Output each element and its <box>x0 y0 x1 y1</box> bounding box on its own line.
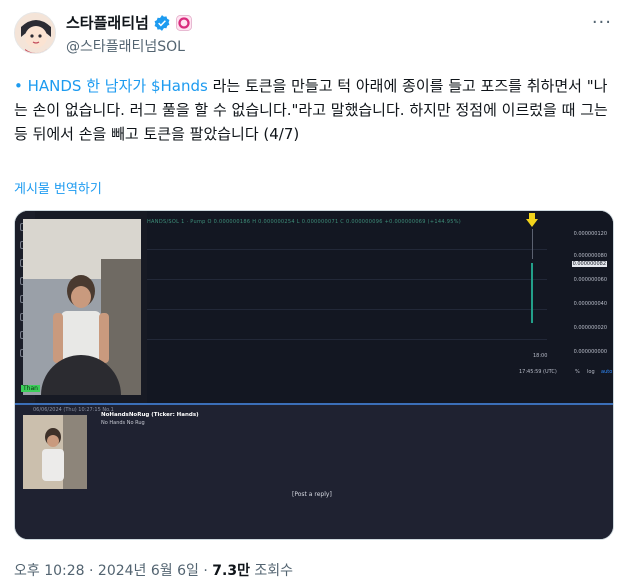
views-label: 조회수 <box>254 563 294 579</box>
post-subtitle: No Hands No Rug <box>101 420 145 426</box>
price-tick: 0.000000040 <box>573 301 607 307</box>
affiliate-ring-icon[interactable] <box>175 14 193 32</box>
post-time[interactable]: 오후 10:28 <box>14 563 85 579</box>
grid-line <box>147 339 547 340</box>
current-price-tag: 0.000000082 <box>571 261 607 267</box>
scale-log-button[interactable]: log <box>587 369 595 375</box>
grid-line <box>147 249 547 250</box>
ticker-readout: HANDS/SOL 1 · Pump O 0.000000186 H 0.000… <box>147 219 461 225</box>
scale-auto-button[interactable]: auto <box>601 369 612 375</box>
verified-badge-icon <box>154 14 170 31</box>
price-tick: 0.000000000 <box>573 349 607 355</box>
grid-line <box>147 279 547 280</box>
author-handle[interactable]: @스타플래티넘SOL <box>66 36 185 56</box>
arrow-down-icon <box>526 213 538 227</box>
cam-badge: Than <box>21 385 40 392</box>
post-thumbnail <box>23 415 87 489</box>
price-chart: HANDS/SOL 1 · Pump O 0.000000186 H 0.000… <box>147 211 613 403</box>
translate-post-link[interactable]: 게시물 번역하기 <box>14 178 102 197</box>
price-tick: 0.000000020 <box>573 325 607 331</box>
scale-percent-button[interactable]: % <box>575 369 580 375</box>
post-title: NoHandsNoRug (Ticker: Hands) <box>101 412 199 418</box>
webcam-feed <box>23 219 141 395</box>
tweet-card: 스타플래티넘 @스타플래티넘SOL ··· • HANDS 한 남자가 $Han… <box>0 0 632 585</box>
media-image[interactable]: Than HANDS/SOL 1 · Pump O 0.000000186 H … <box>14 210 614 540</box>
candle-body <box>531 263 533 323</box>
meta-separator: · <box>203 563 213 579</box>
stream-screenshot: Than HANDS/SOL 1 · Pump O 0.000000186 H … <box>15 211 613 403</box>
board-thread: 06/06/2024 (Thu) 10:27:15 No.1 NoHandsNo… <box>15 403 613 539</box>
tweet-text: • HANDS 한 남자가 $Hands 라는 토큰을 만들고 턱 아래에 종이… <box>14 74 620 146</box>
avatar[interactable] <box>14 12 56 54</box>
tweet-meta: 오후 10:28 · 2024년 6월 6일 · 7.3만 조회수 <box>14 560 293 580</box>
time-tick: 18:00 <box>533 353 548 359</box>
post-date[interactable]: 2024년 6월 6일 <box>98 563 199 579</box>
price-tick: 0.000000120 <box>573 231 607 237</box>
tweet-text-link[interactable]: • HANDS 한 남자가 $Hands <box>14 77 208 95</box>
more-options-icon[interactable]: ··· <box>592 12 612 33</box>
author-name-row: 스타플래티넘 <box>66 12 193 33</box>
meta-separator: · <box>89 563 98 579</box>
candle-wick <box>532 229 533 259</box>
views-count: 7.3만 <box>212 563 250 579</box>
grid-line <box>147 309 547 310</box>
display-name[interactable]: 스타플래티넘 <box>66 12 149 33</box>
thread-divider <box>15 403 613 405</box>
utc-clock: 17:45:59 (UTC) <box>519 369 557 375</box>
post-reply-link[interactable]: [Post a reply] <box>292 491 332 498</box>
price-tick: 0.000000060 <box>573 277 607 283</box>
price-tick: 0.000000080 <box>573 253 607 259</box>
